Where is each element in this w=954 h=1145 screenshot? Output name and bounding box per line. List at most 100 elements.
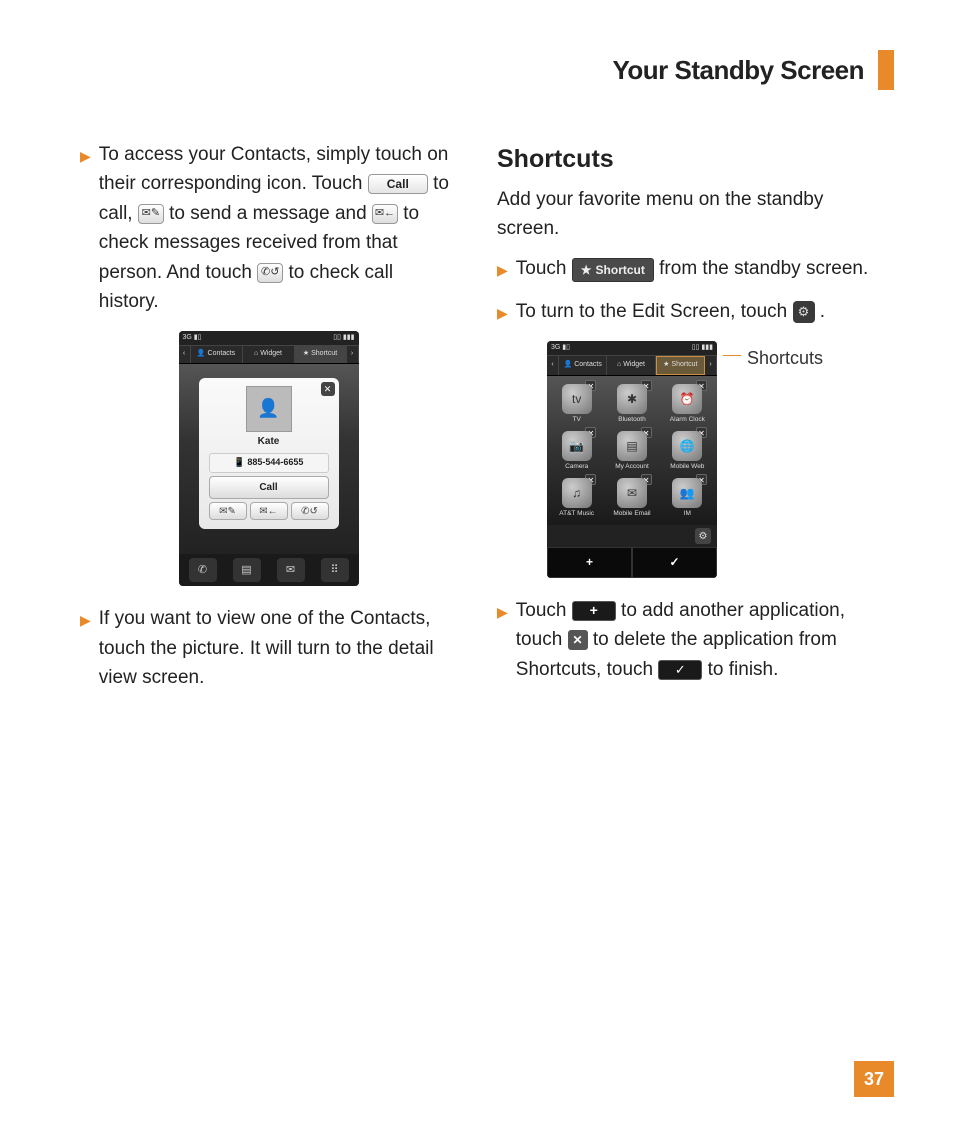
- gear-icon[interactable]: ⚙: [793, 301, 815, 323]
- shortcuts-heading: Shortcuts: [497, 140, 874, 179]
- call-button-inline[interactable]: Call: [368, 174, 428, 194]
- bullet-arrow-icon: ▶: [80, 146, 91, 317]
- call-history-icon[interactable]: ✆↺: [257, 263, 283, 283]
- app-label: TV: [551, 415, 602, 425]
- tab-arrow-right-icon[interactable]: ›: [347, 346, 359, 363]
- app-label: IM: [662, 509, 713, 519]
- received-message-icon[interactable]: ✉←: [250, 502, 288, 520]
- text-fragment: .: [820, 301, 825, 322]
- phone-status-bar: 3G ▮▯ ▯▯ ▮▮▮: [179, 331, 359, 346]
- tab-shortcut-selected[interactable]: ★Shortcut: [656, 356, 705, 375]
- status-right: ▯▯ ▮▮▮: [692, 343, 713, 354]
- shortcut-app-alarm-clock[interactable]: ✕⏰Alarm Clock: [662, 382, 713, 425]
- phone-dock: ✆ ▤ ✉ ⠿: [179, 554, 359, 586]
- bullet-text: If you want to view one of the Contacts,…: [99, 604, 457, 692]
- shortcut-app-tv[interactable]: ✕tvTV: [551, 382, 602, 425]
- page-number: 37: [854, 1061, 894, 1097]
- phone-body: ✕tvTV✕✱Bluetooth✕⏰Alarm Clock ✕📷Camera✕▤M…: [547, 376, 717, 525]
- shortcut-tab-button[interactable]: ★ Shortcut: [572, 258, 654, 283]
- app-icon: ⏰: [672, 384, 702, 414]
- app-label: Alarm Clock: [662, 415, 713, 425]
- bullet-arrow-icon: ▶: [497, 602, 508, 684]
- delete-x-icon[interactable]: ✕: [568, 630, 588, 650]
- shortcut-app-at-t-music[interactable]: ✕♫AT&T Music: [551, 476, 602, 519]
- shortcut-app-im[interactable]: ✕👥IM: [662, 476, 713, 519]
- phone-tab-bar: ‹ 👤Contacts ⌂Widget ★Shortcut ›: [179, 345, 359, 364]
- bullet-view-contact: ▶ If you want to view one of the Contact…: [80, 604, 457, 692]
- app-label: My Account: [606, 462, 657, 472]
- gear-row: ⚙: [547, 525, 717, 547]
- gear-icon[interactable]: ⚙: [695, 528, 711, 544]
- contact-call-button[interactable]: Call: [209, 476, 329, 500]
- plus-icon[interactable]: +: [572, 601, 616, 621]
- page-header: Your Standby Screen: [612, 50, 894, 90]
- contact-photo[interactable]: 👤: [246, 386, 292, 432]
- dock-message-icon[interactable]: ✉: [277, 558, 305, 582]
- shortcut-app-my-account[interactable]: ✕▤My Account: [606, 429, 657, 472]
- contact-action-row: ✉✎ ✉← ✆↺: [209, 502, 329, 520]
- callout-line: [723, 355, 741, 356]
- dock-apps-icon[interactable]: ⠿: [321, 558, 349, 582]
- app-label: Mobile Email: [606, 509, 657, 519]
- app-label: AT&T Music: [551, 509, 602, 519]
- done-button[interactable]: ✓: [632, 547, 717, 578]
- phone-tab-bar: ‹ 👤Contacts ⌂Widget ★Shortcut ›: [547, 355, 717, 376]
- close-icon[interactable]: ✕: [321, 382, 335, 396]
- tab-contacts[interactable]: 👤Contacts: [559, 356, 607, 375]
- received-message-icon[interactable]: ✉←: [372, 204, 398, 224]
- left-column: ▶ To access your Contacts, simply touch …: [80, 140, 457, 707]
- call-history-icon[interactable]: ✆↺: [291, 502, 329, 520]
- header-accent-bar: [878, 50, 894, 90]
- shortcuts-intro: Add your favorite menu on the standby sc…: [497, 185, 874, 244]
- bullet-arrow-icon: ▶: [497, 303, 508, 326]
- app-icon: 🌐: [672, 431, 702, 461]
- tab-arrow-right-icon[interactable]: ›: [705, 356, 717, 375]
- app-icon: ♫: [562, 478, 592, 508]
- text-fragment: To turn to the Edit Screen, touch: [516, 301, 793, 322]
- bullet-contacts-access: ▶ To access your Contacts, simply touch …: [80, 140, 457, 317]
- contact-card: ✕ 👤 Kate 📱 885-544-6655 Call ✉✎ ✉← ✆↺: [199, 378, 339, 529]
- text-fragment: Touch: [516, 258, 572, 279]
- content-columns: ▶ To access your Contacts, simply touch …: [80, 140, 874, 707]
- tab-arrow-left-icon[interactable]: ‹: [179, 346, 191, 363]
- status-right: ▯▯ ▮▮▮: [333, 333, 354, 344]
- shortcut-app-camera[interactable]: ✕📷Camera: [551, 429, 602, 472]
- add-button[interactable]: +: [547, 547, 632, 578]
- phone-screenshot-contact: 3G ▮▯ ▯▯ ▮▮▮ ‹ 👤Contacts ⌂Widget ★Shortc…: [179, 331, 359, 587]
- app-label: Mobile Web: [662, 462, 713, 472]
- phone-bottom-bar: + ✓: [547, 547, 717, 578]
- phone-body: ✕ 👤 Kate 📱 885-544-6655 Call ✉✎ ✉← ✆↺: [179, 364, 359, 554]
- shortcut-app-mobile-email[interactable]: ✕✉Mobile Email: [606, 476, 657, 519]
- phone-screenshot-shortcuts: 3G ▮▯ ▯▯ ▮▮▮ ‹ 👤Contacts ⌂Widget ★Shortc…: [547, 341, 717, 578]
- tab-contacts[interactable]: 👤Contacts: [191, 346, 243, 363]
- bullet-arrow-icon: ▶: [497, 260, 508, 283]
- bullet-add-delete-finish: ▶ Touch + to add another application, to…: [497, 596, 874, 684]
- bullet-text: Touch ★ Shortcut from the standby screen…: [516, 254, 874, 283]
- tab-widget[interactable]: ⌂Widget: [243, 346, 295, 363]
- bullet-touch-shortcut: ▶ Touch ★ Shortcut from the standby scre…: [497, 254, 874, 283]
- dock-phone-icon[interactable]: ✆: [189, 558, 217, 582]
- shortcut-app-bluetooth[interactable]: ✕✱Bluetooth: [606, 382, 657, 425]
- dock-calendar-icon[interactable]: ▤: [233, 558, 261, 582]
- shortcut-label: Shortcut: [596, 261, 645, 280]
- tab-widget[interactable]: ⌂Widget: [607, 356, 655, 375]
- shortcut-app-mobile-web[interactable]: ✕🌐Mobile Web: [662, 429, 713, 472]
- check-icon[interactable]: ✓: [658, 660, 702, 680]
- tab-arrow-left-icon[interactable]: ‹: [547, 356, 559, 375]
- phone-status-bar: 3G ▮▯ ▯▯ ▮▮▮: [547, 341, 717, 356]
- app-label: Bluetooth: [606, 415, 657, 425]
- text-fragment: from the standby screen.: [659, 258, 868, 279]
- send-message-icon[interactable]: ✉✎: [209, 502, 247, 520]
- bullet-text: Touch + to add another application, touc…: [516, 596, 874, 684]
- contact-number: 📱 885-544-6655: [209, 453, 329, 473]
- app-icon: tv: [562, 384, 592, 414]
- app-icon: ✉: [617, 478, 647, 508]
- star-icon: ★: [581, 261, 592, 280]
- page-title: Your Standby Screen: [612, 55, 864, 86]
- app-icon: 📷: [562, 431, 592, 461]
- send-message-icon[interactable]: ✉✎: [138, 204, 164, 224]
- callout-label: Shortcuts: [747, 345, 823, 373]
- shortcut-grid: ✕tvTV✕✱Bluetooth✕⏰Alarm Clock ✕📷Camera✕▤M…: [551, 382, 713, 519]
- text-fragment: to finish.: [708, 659, 779, 680]
- tab-shortcut[interactable]: ★Shortcut: [295, 346, 347, 363]
